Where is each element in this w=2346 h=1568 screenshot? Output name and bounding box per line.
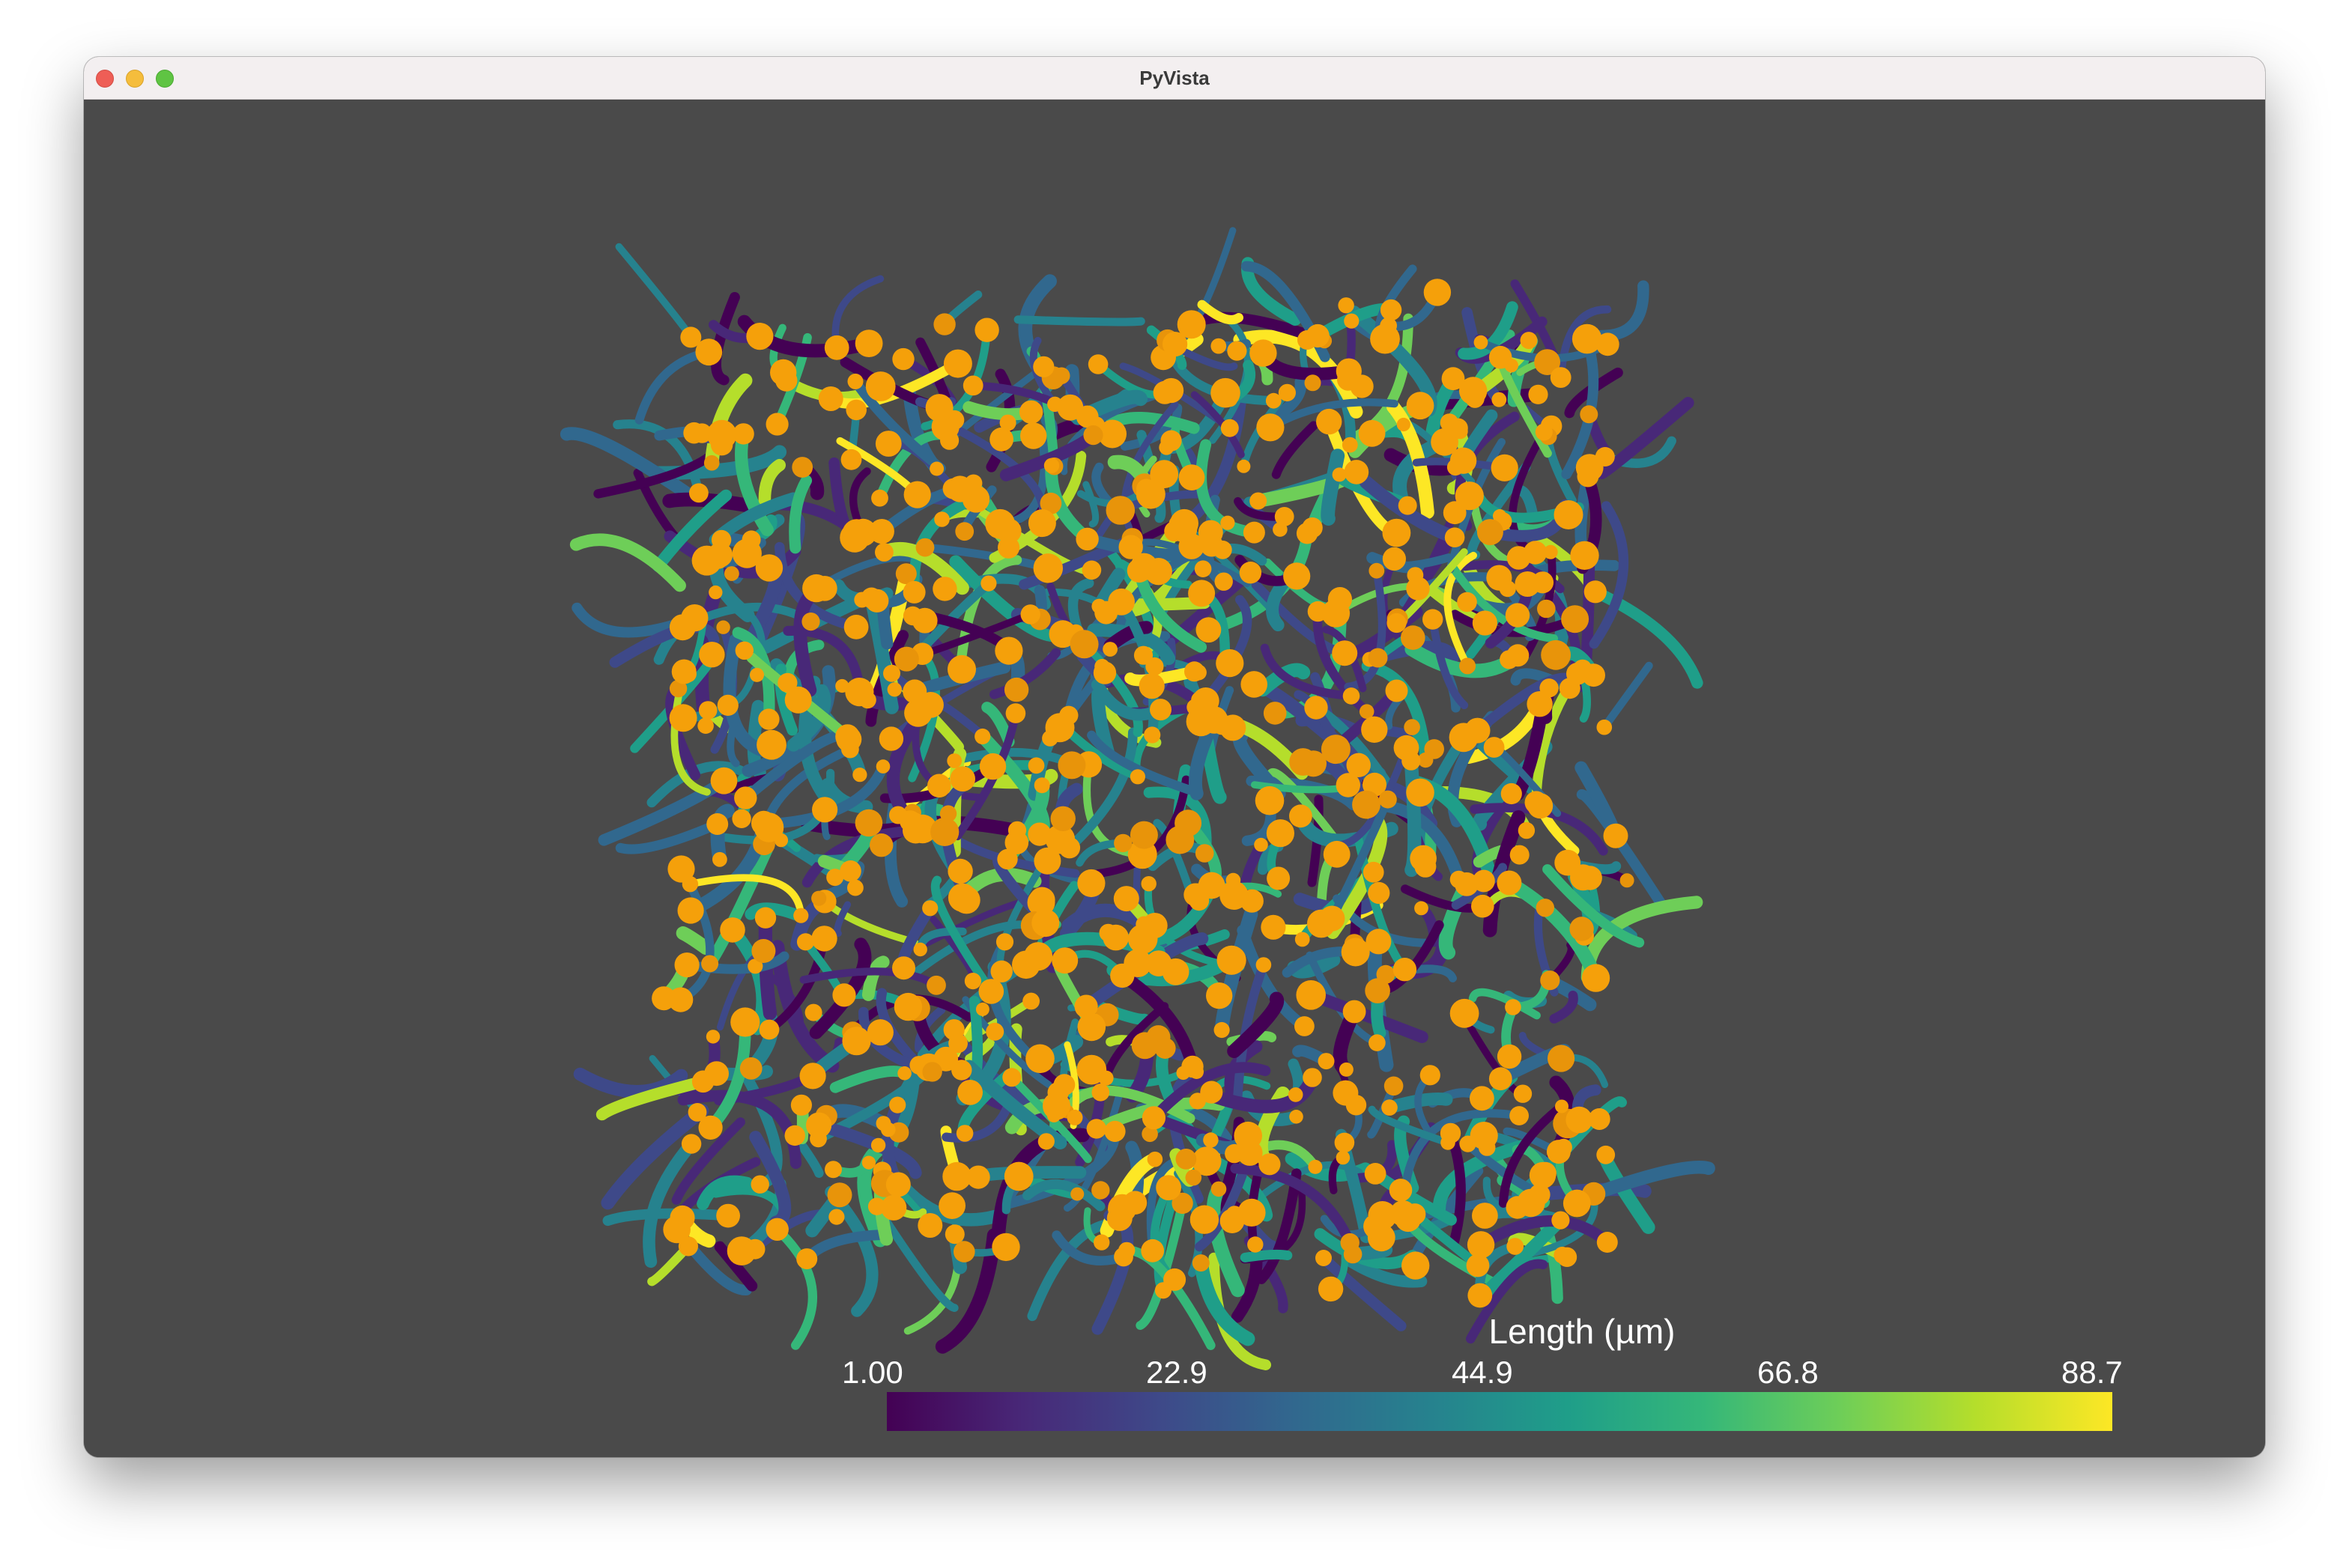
- pyvista-window: PyVista Length (µm) 1.00 22.9 44.9 66.8 …: [84, 57, 2265, 1457]
- colorbar-title: Length (µm): [1488, 1312, 1676, 1351]
- colorbar-tick-label: 44.9: [1452, 1355, 1513, 1390]
- colorbar-gradient: [887, 1392, 2112, 1431]
- title-bar[interactable]: PyVista: [84, 57, 2265, 100]
- colorbar-tick-label: 1.00: [842, 1355, 903, 1390]
- render-viewport[interactable]: Length (µm) 1.00 22.9 44.9 66.8 88.7: [84, 100, 2265, 1457]
- colorbar-tick-label: 88.7: [2061, 1355, 2123, 1390]
- window-title: PyVista: [1139, 67, 1210, 89]
- colorbar-tick-label: 66.8: [1757, 1355, 1819, 1390]
- vessel-network-render: [560, 227, 1715, 1370]
- colorbar-tick-label: 22.9: [1146, 1355, 1207, 1390]
